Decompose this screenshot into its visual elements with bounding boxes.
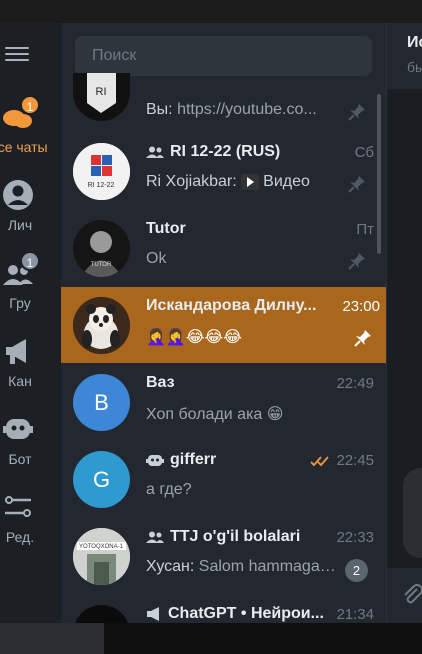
chat-name: RI 12-22 (RUS) <box>170 143 281 160</box>
bot-icon <box>3 419 33 439</box>
chat-name: gifferr <box>170 451 217 468</box>
window-top-strip <box>0 0 422 23</box>
chat-time: 22:33 <box>336 529 374 546</box>
folder-bots[interactable]: Бот <box>0 405 61 477</box>
chat-time: 22:49 <box>336 375 374 392</box>
chat-preview: Видео <box>263 173 310 190</box>
chat-row[interactable]: TUTOR Tutor Пт Ok <box>61 210 380 286</box>
folder-groups[interactable]: 1 Гру <box>0 249 61 321</box>
folder-personal[interactable]: Лич <box>0 171 61 243</box>
chat-name: ChatGPT • Нейрои... <box>168 605 324 622</box>
chat-sender: Ri Xojiakbar: <box>146 173 242 190</box>
group-chat-icon <box>146 531 164 543</box>
chat-avatar <box>73 605 130 623</box>
chat-name: Искандарова Дилну... <box>146 297 317 314</box>
group-chat-icon <box>146 146 164 158</box>
folder-label: Лич <box>7 217 33 233</box>
chat-time: Пт <box>356 221 374 238</box>
chat-time: 23:00 <box>342 298 380 315</box>
compose-bar <box>387 568 422 623</box>
chat-preview: https://youtube.co... <box>177 101 317 118</box>
folder-sidebar: 1 Все чаты Лич 1 Гру Кан <box>0 23 61 623</box>
svg-text:RI 12-22: RI 12-22 <box>88 182 115 189</box>
chat-header[interactable]: Ис бы <box>387 23 422 89</box>
taskbar-tile <box>0 623 104 654</box>
folder-label: Ред. <box>5 529 35 545</box>
svg-text:YOTOQXONA-1: YOTOQXONA-1 <box>79 544 124 550</box>
chat-name: Ваз <box>146 374 175 391</box>
folder-label: Все чаты <box>0 139 48 155</box>
svg-text:TUTOR: TUTOR <box>91 262 112 268</box>
folder-badge: 1 <box>20 251 40 271</box>
chat-time: 22:45 <box>336 452 374 469</box>
person-icon <box>3 180 33 210</box>
chat-row[interactable]: G gifferr 22:45 а где? <box>61 441 380 517</box>
channel-icon <box>147 606 159 621</box>
chat-row[interactable]: В Ваз 22:49 Хоп болади ака 😁 <box>61 364 380 440</box>
chat-avatar: RI 12-22 <box>73 143 130 200</box>
folder-channels[interactable]: Кан <box>0 327 61 399</box>
pin-icon <box>354 330 371 347</box>
chat-status: бы <box>407 59 422 75</box>
folder-label: Гру <box>9 295 31 311</box>
folder-badge: 1 <box>20 95 40 115</box>
svg-text:RI: RI <box>96 86 107 98</box>
chat-preview: 🤦‍♀️🤦‍♀️😂😂😂 <box>146 329 242 346</box>
search-input[interactable]: Поиск <box>75 36 372 76</box>
unread-badge: 2 <box>345 559 368 582</box>
menu-icon[interactable] <box>5 43 29 67</box>
chat-list: Поиск RI Вы: https://youtube.co... RI 12… <box>61 23 386 623</box>
chat-name: TTJ o'g'il bolalari <box>170 528 301 545</box>
folder-label: Кан <box>8 373 32 389</box>
chat-row[interactable]: ChatGPT • Нейрои... 21:34 <box>61 595 380 623</box>
chat-time: Сб <box>354 144 374 161</box>
chat-avatar: YOTOQXONA-1 <box>73 528 130 585</box>
pin-icon <box>348 176 365 193</box>
chat-row[interactable]: RI 12-22 RI 12-22 (RUS) Сб Ri Xojiakbar:… <box>61 133 380 209</box>
pin-icon <box>348 104 365 121</box>
taskbar <box>0 623 422 654</box>
double-check-icon <box>310 456 330 467</box>
folder-label: Бот <box>8 451 32 467</box>
chat-sender: Хусан: <box>146 558 199 575</box>
chat-avatar: В <box>73 374 130 431</box>
chat-preview: Ok <box>146 250 167 267</box>
chat-preview: Хоп болади ака 😁 <box>146 406 284 423</box>
video-thumb-icon <box>241 173 260 190</box>
chat-preview: а где? <box>146 481 192 498</box>
folder-all-chats[interactable]: 1 Все чаты <box>0 93 61 165</box>
folder-edit[interactable]: Ред. <box>0 483 61 555</box>
chat-row[interactable]: YOTOQXONA-1 TTJ o'g'il bolalari 22:33 Ху… <box>61 518 380 594</box>
chat-time: 21:34 <box>336 606 374 623</box>
paperclip-icon[interactable] <box>401 583 422 607</box>
chat-avatar: RI <box>73 73 130 121</box>
chat-avatar: TUTOR <box>73 220 130 277</box>
megaphone-icon <box>6 339 26 364</box>
chat-avatar: G <box>73 451 130 508</box>
chat-title: Ис <box>407 34 422 51</box>
chat-preview: Salom hammaga ... <box>198 558 336 575</box>
chat-name: Tutor <box>146 220 186 237</box>
edit-folders-icon <box>5 496 31 517</box>
chat-avatar <box>73 297 130 354</box>
chat-row-active[interactable]: Искандарова Дилну... 23:00 🤦‍♀️🤦‍♀️😂😂😂 <box>61 287 386 363</box>
chat-sender: Вы: <box>146 101 178 118</box>
bot-chat-icon <box>146 454 164 466</box>
chat-pane: Ис бы <box>386 23 422 623</box>
sticker-partial <box>403 468 422 558</box>
pin-icon <box>348 253 365 270</box>
